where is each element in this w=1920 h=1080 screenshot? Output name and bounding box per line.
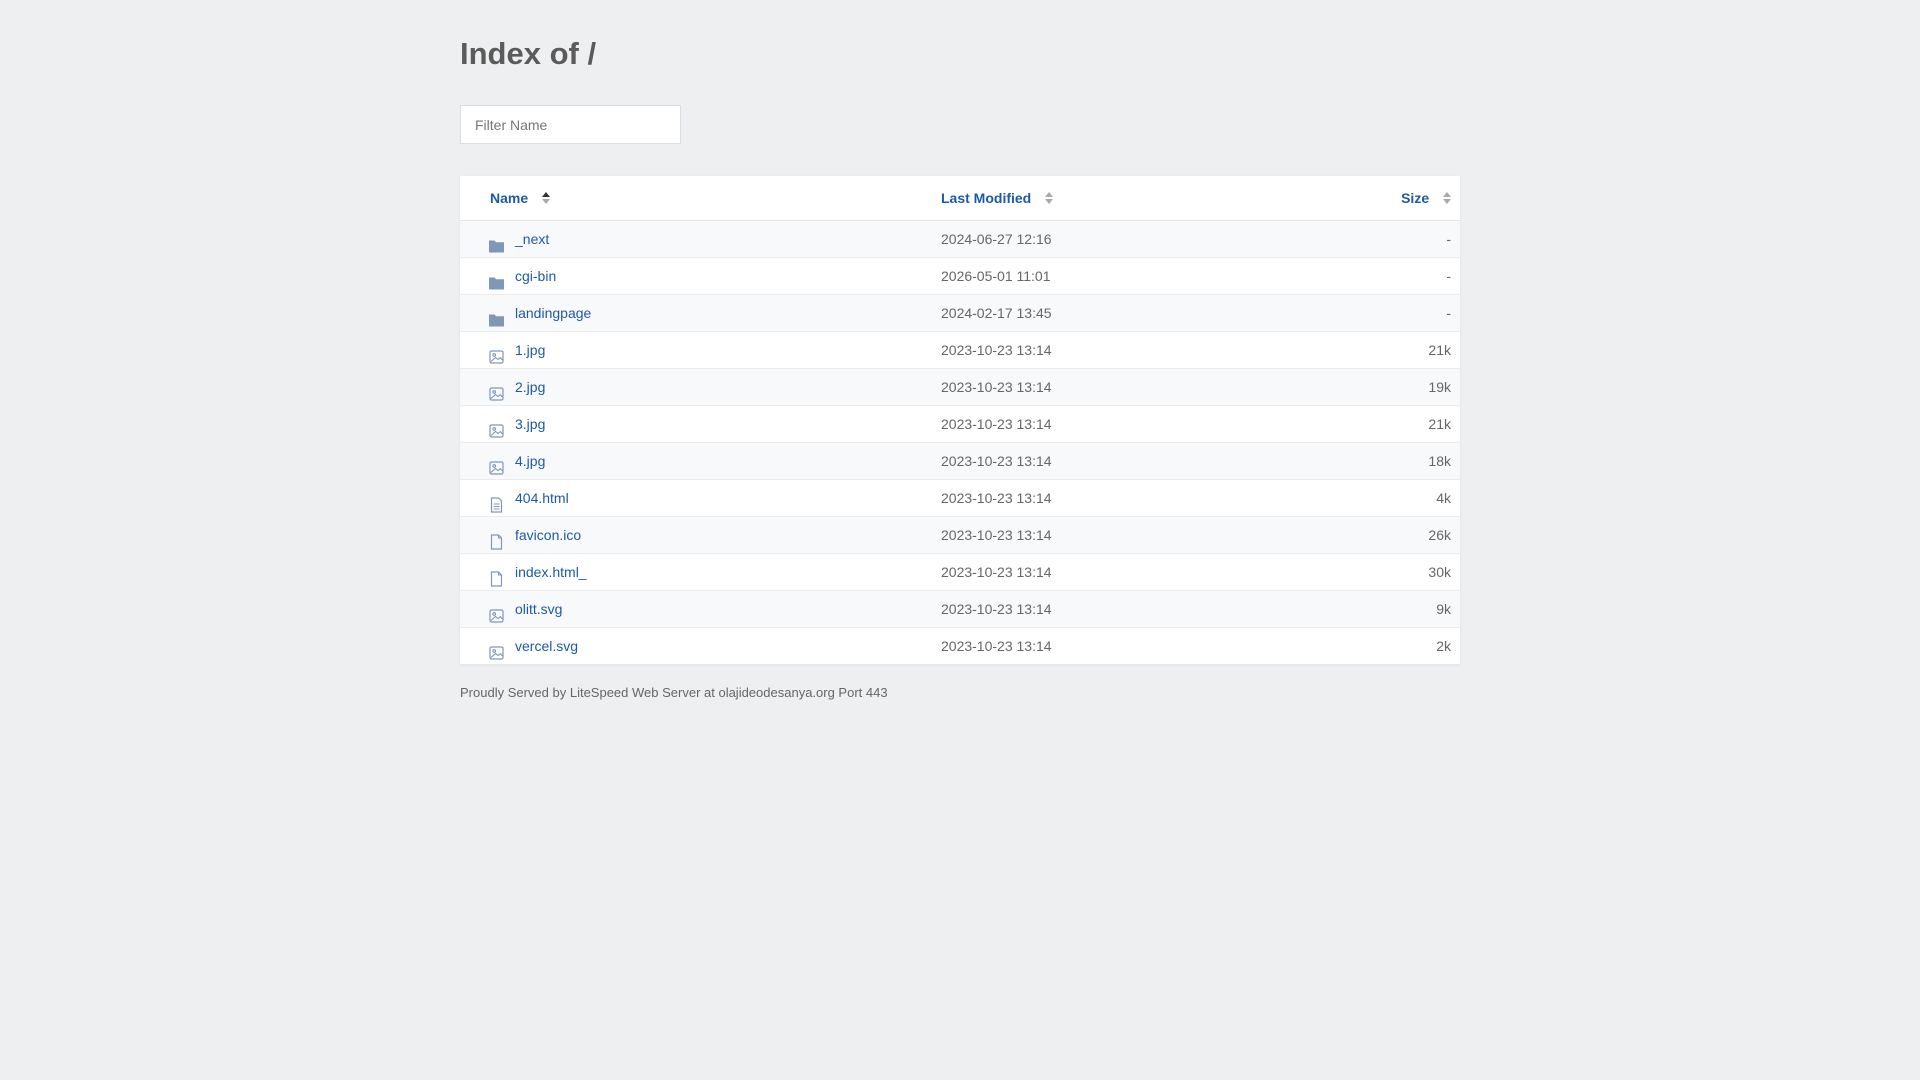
modified-column-header[interactable]: Last Modified: [941, 176, 1054, 220]
last-modified-value: 2023-10-23 13:14: [941, 453, 1052, 469]
table-row: 1.jpg 2023-10-23 13:14 21k: [460, 332, 1460, 369]
size-value: 4k: [1436, 490, 1451, 506]
file-name-link[interactable]: 404.html: [515, 480, 569, 516]
table-row: 404.html 2023-10-23 13:14 4k: [460, 480, 1460, 517]
image-icon: [488, 601, 505, 623]
image-icon: [488, 416, 505, 438]
name-column-header[interactable]: Name: [490, 176, 551, 220]
table-row: 3.jpg 2023-10-23 13:14 21k: [460, 406, 1460, 443]
last-modified-value: 2023-10-23 13:14: [941, 564, 1052, 580]
file-name-link[interactable]: index.html_: [515, 554, 587, 590]
file-name-link[interactable]: cgi-bin: [515, 258, 556, 294]
file-name-link[interactable]: 3.jpg: [515, 406, 545, 442]
sort-arrows-icon[interactable]: [1443, 192, 1451, 205]
table-body: _next 2024-06-27 12:16 - cgi-bin 2026-05-01 …: [460, 221, 1460, 664]
server-footer: Proudly Served by LiteSpeed Web Server a…: [460, 685, 888, 700]
table-row: index.html_ 2023-10-23 13:14 30k: [460, 554, 1460, 591]
last-modified-value: 2023-10-23 13:14: [941, 527, 1052, 543]
file-name-link[interactable]: 1.jpg: [515, 332, 545, 368]
last-modified-value: 2023-10-23 13:14: [941, 638, 1052, 654]
size-value: 26k: [1428, 527, 1451, 543]
sort-by-modified-link[interactable]: Last Modified: [941, 190, 1031, 206]
sort-arrows-icon[interactable]: [542, 192, 551, 205]
size-column-header[interactable]: Size: [1401, 176, 1451, 220]
last-modified-value: 2024-06-27 12:16: [941, 231, 1052, 247]
table-row: 2.jpg 2023-10-23 13:14 19k: [460, 369, 1460, 406]
size-value: -: [1446, 231, 1451, 247]
table-row: olitt.svg 2023-10-23 13:14 9k: [460, 591, 1460, 628]
file-name-link[interactable]: olitt.svg: [515, 591, 562, 627]
page-title: Index of /: [460, 36, 597, 71]
folder-icon: [488, 268, 505, 290]
sort-arrows-icon[interactable]: [1045, 192, 1054, 205]
size-value: 2k: [1436, 638, 1451, 654]
file-table: Name Last Modified Size _next 2024-06-27…: [460, 176, 1460, 664]
image-icon: [488, 638, 505, 660]
size-value: 19k: [1428, 379, 1451, 395]
size-value: 30k: [1428, 564, 1451, 580]
image-icon: [488, 342, 505, 364]
file-name-link[interactable]: 2.jpg: [515, 369, 545, 405]
last-modified-value: 2023-10-23 13:14: [941, 416, 1052, 432]
image-icon: [488, 453, 505, 475]
file-name-link[interactable]: 4.jpg: [515, 443, 545, 479]
file-name-link[interactable]: vercel.svg: [515, 628, 578, 664]
sort-by-size-link[interactable]: Size: [1401, 190, 1429, 206]
file-name-link[interactable]: landingpage: [515, 295, 591, 331]
table-row: _next 2024-06-27 12:16 -: [460, 221, 1460, 258]
last-modified-value: 2023-10-23 13:14: [941, 342, 1052, 358]
size-value: 18k: [1428, 453, 1451, 469]
last-modified-value: 2024-02-17 13:45: [941, 305, 1052, 321]
size-value: 21k: [1428, 342, 1451, 358]
table-header: Name Last Modified Size: [460, 176, 1460, 221]
text-file-icon: [488, 490, 505, 513]
last-modified-value: 2023-10-23 13:14: [941, 379, 1052, 395]
table-row: vercel.svg 2023-10-23 13:14 2k: [460, 628, 1460, 664]
sort-by-name-link[interactable]: Name: [490, 190, 528, 206]
size-value: -: [1446, 305, 1451, 321]
last-modified-value: 2023-10-23 13:14: [941, 601, 1052, 617]
table-row: cgi-bin 2026-05-01 11:01 -: [460, 258, 1460, 295]
size-value: 9k: [1436, 601, 1451, 617]
file-name-link[interactable]: _next: [515, 221, 549, 257]
image-icon: [488, 379, 505, 401]
table-row: 4.jpg 2023-10-23 13:14 18k: [460, 443, 1460, 480]
folder-icon: [488, 305, 505, 327]
table-row: favicon.ico 2023-10-23 13:14 26k: [460, 517, 1460, 554]
filter-name-input[interactable]: [460, 105, 681, 144]
table-row: landingpage 2024-02-17 13:45 -: [460, 295, 1460, 332]
folder-icon: [488, 231, 505, 253]
last-modified-value: 2023-10-23 13:14: [941, 490, 1052, 506]
file-icon: [488, 527, 505, 550]
file-icon: [488, 564, 505, 587]
last-modified-value: 2026-05-01 11:01: [941, 268, 1051, 284]
file-name-link[interactable]: favicon.ico: [515, 517, 581, 553]
size-value: 21k: [1428, 416, 1451, 432]
size-value: -: [1446, 268, 1451, 284]
